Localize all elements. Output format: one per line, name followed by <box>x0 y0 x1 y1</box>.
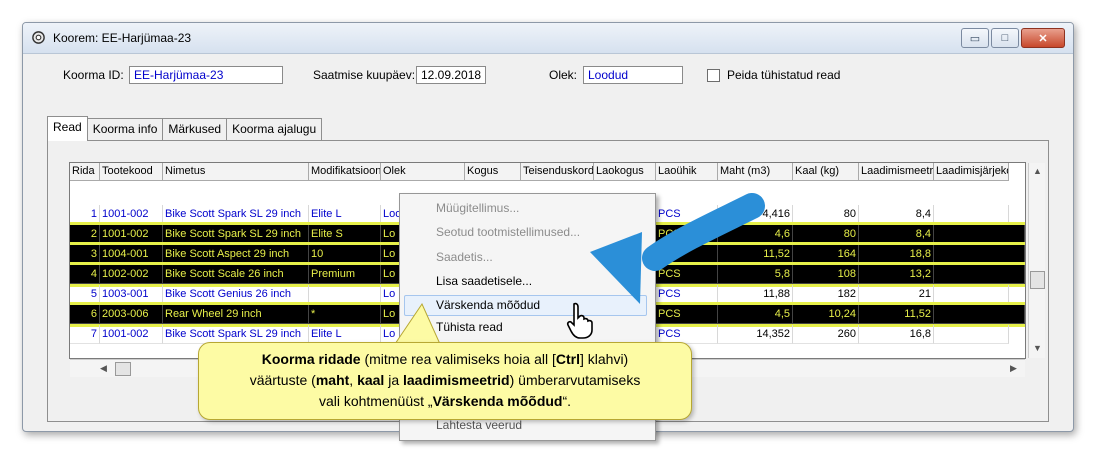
callout-text: kaal <box>357 372 385 388</box>
callout-text: , <box>349 372 358 388</box>
callout-text: Koorma ridade <box>261 351 361 367</box>
callout-text: Värskenda mõõdud <box>432 393 563 409</box>
callout-text: ] klahvi) <box>579 351 629 367</box>
callout-text: maht <box>315 372 350 388</box>
callout-text: Ctrl <box>555 351 580 367</box>
callout-text: “. <box>562 393 572 409</box>
callout-text: (mitme rea valimiseks hoia all [ <box>360 351 556 367</box>
callout-text: ja <box>384 372 403 388</box>
callout-text: laadimismeetrid <box>403 372 510 388</box>
callout-text: ) ümberarvutamiseks <box>509 372 641 388</box>
callout-text: vali kohtmenüüst „ <box>318 393 433 409</box>
instruction-callout: Koorma ridade (mitme rea valimiseks hoia… <box>198 342 692 420</box>
tab-read[interactable]: Read <box>47 116 88 141</box>
callout-text: väärtuste ( <box>249 372 316 388</box>
